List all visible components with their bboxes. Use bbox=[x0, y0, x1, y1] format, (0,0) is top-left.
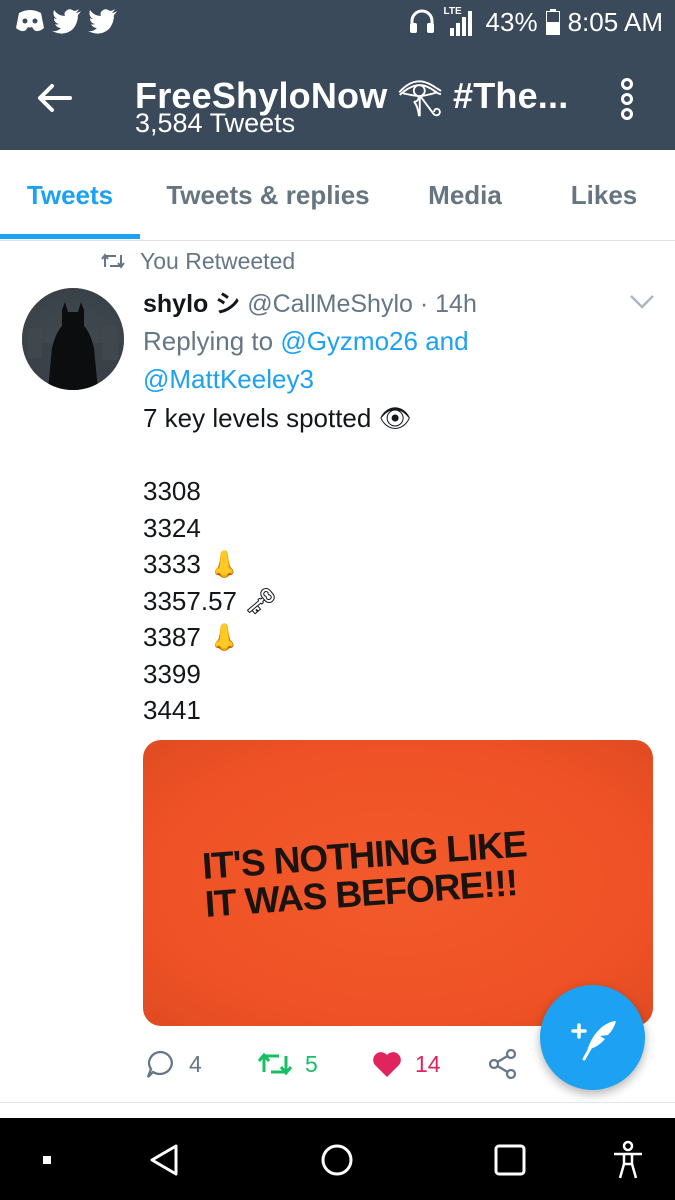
like-button[interactable]: 14 bbox=[371, 1042, 441, 1086]
signal-icon: LTE bbox=[444, 6, 478, 38]
retweet-count: 5 bbox=[305, 1050, 318, 1077]
tab-media[interactable]: Media bbox=[405, 150, 525, 240]
dot-icon[interactable] bbox=[30, 1138, 74, 1182]
tweet-count: 3,584 Tweets bbox=[135, 108, 296, 138]
arrow-left-icon[interactable] bbox=[34, 78, 74, 118]
back-triangle-icon[interactable] bbox=[142, 1138, 186, 1182]
status-time: 8:05 AM bbox=[567, 6, 663, 37]
compose-tweet-button[interactable] bbox=[540, 985, 645, 1090]
recents-square-icon[interactable] bbox=[488, 1138, 532, 1182]
tab-tweets-and-replies[interactable]: Tweets & replies bbox=[150, 150, 386, 240]
tab-tweets[interactable]: Tweets bbox=[0, 150, 140, 240]
twitter-bird-icon bbox=[52, 9, 81, 34]
accessibility-icon[interactable] bbox=[606, 1138, 650, 1182]
heart-icon bbox=[373, 1052, 401, 1077]
system-nav-bar bbox=[0, 1118, 675, 1200]
replying-prefix: Replying to bbox=[143, 326, 281, 356]
profile-tabs: Tweets Tweets & replies Media Likes bbox=[0, 150, 675, 241]
mention-link[interactable]: @Gyzmo26 bbox=[280, 326, 418, 356]
author-handle-time: @CallMeShylo · 14h bbox=[247, 290, 477, 318]
retweet-icon bbox=[101, 253, 125, 269]
retweet-context: You Retweeted bbox=[100, 246, 295, 276]
tweet-header: shylo シ @CallMeShylo · 14h bbox=[143, 284, 477, 320]
replying-to: Replying to @Gyzmo26 and @MattKeeley3 bbox=[143, 322, 643, 398]
headset-icon bbox=[409, 9, 434, 33]
divider bbox=[0, 1102, 675, 1103]
tab-likes[interactable]: Likes bbox=[545, 150, 663, 240]
battery-percent: 43% bbox=[485, 6, 538, 37]
share-button[interactable] bbox=[487, 1042, 519, 1086]
media-caption: IT'S NOTHING LIKE IT WAS BEFORE!!! bbox=[200, 823, 528, 925]
share-icon bbox=[488, 1048, 517, 1080]
avatar[interactable] bbox=[22, 288, 124, 390]
author-name[interactable]: shylo シ bbox=[143, 290, 240, 318]
reply-count: 4 bbox=[189, 1050, 202, 1077]
twitter-bird-icon bbox=[88, 9, 117, 34]
status-bar: LTE 43% 8:05 AM bbox=[0, 0, 675, 48]
like-count: 14 bbox=[415, 1050, 441, 1077]
reply-icon bbox=[146, 1050, 173, 1078]
mention-joiner: and bbox=[417, 326, 469, 356]
tweet-text: 7 key levels spotted 👁 3308 3324 3333 👃 … bbox=[143, 403, 412, 725]
more-vertical-icon[interactable] bbox=[617, 78, 637, 120]
active-tab-indicator bbox=[0, 234, 140, 239]
reply-button[interactable]: 4 bbox=[145, 1042, 202, 1086]
retweet-context-label: You Retweeted bbox=[140, 247, 296, 274]
mention-link[interactable]: @MattKeeley3 bbox=[143, 364, 314, 394]
tweet-media[interactable]: IT'S NOTHING LIKE IT WAS BEFORE!!! bbox=[143, 740, 653, 1026]
retweet-button[interactable]: 5 bbox=[257, 1042, 318, 1086]
compose-feather-icon bbox=[571, 1021, 616, 1061]
battery-icon bbox=[545, 9, 560, 35]
tweet-actions: 4 5 14 bbox=[143, 1042, 563, 1086]
app-bar: FreeShyloNow 𓂀 #The... 3,584 Tweets bbox=[0, 48, 675, 150]
chevron-down-icon[interactable] bbox=[628, 292, 656, 312]
retweet-icon bbox=[257, 1052, 293, 1076]
discord-icon bbox=[16, 10, 44, 32]
home-circle-icon[interactable] bbox=[315, 1138, 359, 1182]
avatar-silhouette bbox=[22, 288, 124, 390]
